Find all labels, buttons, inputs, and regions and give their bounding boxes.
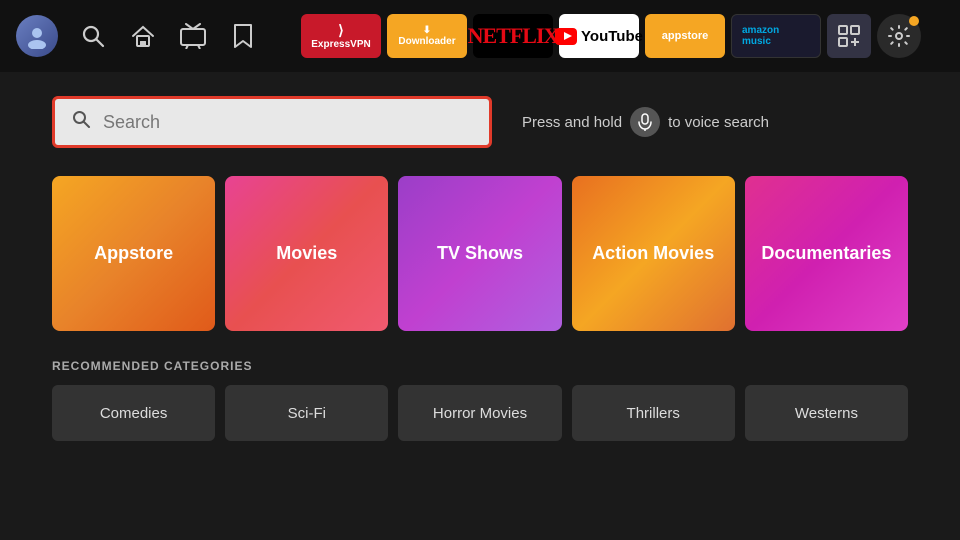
tile-movies[interactable]: Movies: [225, 176, 388, 331]
recommended-section: RECOMMENDED CATEGORIES Comedies Sci-Fi H…: [52, 359, 908, 441]
voice-search-hint: Press and hold to voice search: [522, 107, 769, 137]
search-section: Search Press and hold to voice search: [52, 96, 908, 148]
tile-action-movies[interactable]: Action Movies: [572, 176, 735, 331]
rec-tile-horror-movies[interactable]: Horror Movies: [398, 385, 561, 441]
rec-tile-scifi[interactable]: Sci-Fi: [225, 385, 388, 441]
mic-icon: [630, 107, 660, 137]
search-bar[interactable]: Search: [52, 96, 492, 148]
tile-appstore[interactable]: Appstore: [52, 176, 215, 331]
voice-hint-text1: Press and hold: [522, 114, 622, 131]
settings-notification-dot: [909, 16, 919, 26]
bookmark-icon[interactable]: [228, 21, 258, 51]
search-placeholder: Search: [103, 112, 160, 133]
appstore-badge[interactable]: appstore: [645, 14, 725, 58]
youtube-badge[interactable]: YouTube: [559, 14, 639, 58]
recommended-tiles: Comedies Sci-Fi Horror Movies Thrillers …: [52, 385, 908, 441]
app-grid-button[interactable]: [827, 14, 871, 58]
search-nav-icon[interactable]: [78, 21, 108, 51]
app-badges: ⟩ ExpressVPN ⬇ Downloader NETFLIX YouTub…: [278, 14, 944, 58]
nav-left: [16, 15, 258, 57]
settings-icon[interactable]: [877, 14, 921, 58]
tv-icon[interactable]: [178, 21, 208, 51]
voice-hint-text2: to voice search: [668, 114, 769, 131]
rec-tile-westerns[interactable]: Westerns: [745, 385, 908, 441]
home-icon[interactable]: [128, 21, 158, 51]
netflix-badge[interactable]: NETFLIX: [473, 14, 553, 58]
downloader-badge[interactable]: ⬇ Downloader: [387, 14, 467, 58]
search-icon: [71, 109, 91, 135]
tile-documentaries[interactable]: Documentaries: [745, 176, 908, 331]
category-tiles: Appstore Movies TV Shows Action Movies D…: [52, 176, 908, 331]
user-avatar[interactable]: [16, 15, 58, 57]
expressvpn-badge[interactable]: ⟩ ExpressVPN: [301, 14, 381, 58]
tile-tvshows[interactable]: TV Shows: [398, 176, 561, 331]
amazon-music-badge[interactable]: amazon music: [731, 14, 821, 58]
recommended-label: RECOMMENDED CATEGORIES: [52, 359, 908, 373]
main-content: Search Press and hold to voice search Ap…: [0, 72, 960, 465]
rec-tile-comedies[interactable]: Comedies: [52, 385, 215, 441]
rec-tile-thrillers[interactable]: Thrillers: [572, 385, 735, 441]
top-nav: ⟩ ExpressVPN ⬇ Downloader NETFLIX YouTub…: [0, 0, 960, 72]
